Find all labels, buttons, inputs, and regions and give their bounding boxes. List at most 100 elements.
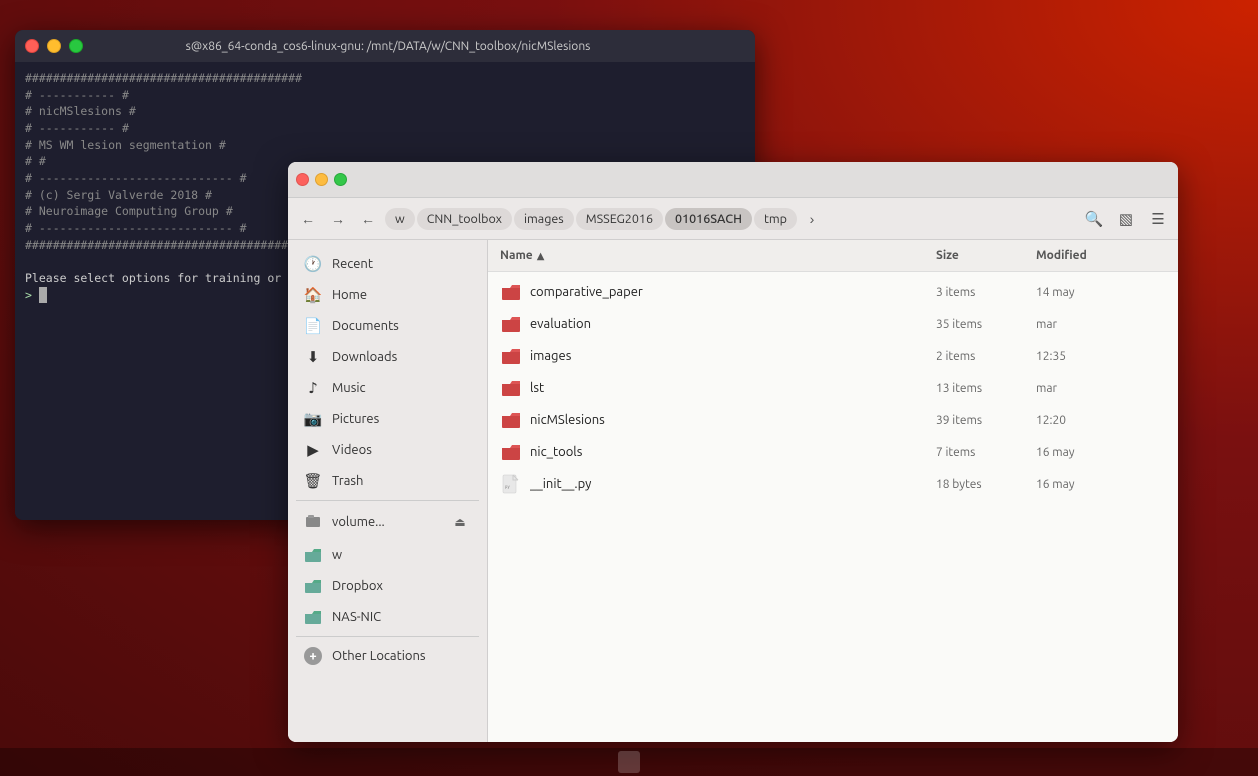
fm-content: 🕐 Recent 🏠 Home 📄 Documents ⬇ Downloads … [288, 240, 1178, 742]
file-size: 7 items [936, 446, 1036, 459]
terminal-title: s@x86_64-conda_cos6-linux-gnu: /mnt/DATA… [31, 40, 745, 53]
col-size-header[interactable]: Size [936, 249, 1036, 262]
sidebar-label-recent: Recent [332, 257, 373, 271]
file-row[interactable]: comparative_paper 3 items 14 may [488, 276, 1178, 308]
folder-icon [500, 377, 522, 399]
file-modified: mar [1036, 318, 1166, 331]
fm-toolbar-right: 🔍 ▧ ☰ [1080, 205, 1172, 233]
sidebar-item-other-locations[interactable]: + Other Locations [292, 641, 483, 671]
folder-icon [500, 313, 522, 335]
file-name: comparative_paper [530, 285, 936, 299]
sidebar-label-home: Home [332, 288, 367, 302]
breadcrumb-tmp[interactable]: tmp [754, 208, 797, 230]
volume-icon [304, 513, 322, 531]
more-button[interactable]: › [798, 205, 826, 233]
file-name: nicMSlesions [530, 413, 936, 427]
pictures-icon: 📷 [304, 410, 322, 428]
sidebar-item-w[interactable]: w [292, 540, 483, 570]
sidebar-item-volume[interactable]: volume... ⏏ [292, 505, 483, 539]
up-button[interactable]: ← [354, 205, 382, 233]
sidebar-label-other-locations: Other Locations [332, 649, 426, 663]
fm-main: Name ▲ Size Modified comparative_paper [488, 240, 1178, 742]
file-modified: 12:35 [1036, 350, 1166, 363]
terminal-line: # ----------- # [25, 87, 745, 104]
breadcrumb-images[interactable]: images [514, 208, 574, 230]
dropbox-icon [304, 577, 322, 595]
filemanager-window: ← → ← w CNN_toolbox images MSSEG2016 010… [288, 162, 1178, 742]
sidebar-label-documents: Documents [332, 319, 399, 333]
fm-toolbar: ← → ← w CNN_toolbox images MSSEG2016 010… [288, 198, 1178, 240]
videos-icon: ▶ [304, 441, 322, 459]
sidebar-label-videos: Videos [332, 443, 372, 457]
fm-maximize-button[interactable] [334, 173, 347, 186]
sidebar-label-dropbox: Dropbox [332, 579, 383, 593]
col-modified-header[interactable]: Modified [1036, 249, 1166, 262]
sidebar-item-pictures[interactable]: 📷 Pictures [292, 404, 483, 434]
file-row[interactable]: nicMSlesions 39 items 12:20 [488, 404, 1178, 436]
sidebar-item-recent[interactable]: 🕐 Recent [292, 249, 483, 279]
sidebar-item-nas-nic[interactable]: NAS-NIC [292, 602, 483, 632]
view-grid-button[interactable]: ▧ [1112, 205, 1140, 233]
sidebar-item-music[interactable]: ♪ Music [292, 373, 483, 403]
other-locations-icon: + [304, 647, 322, 665]
breadcrumb-cnn-toolbox[interactable]: CNN_toolbox [417, 208, 512, 230]
music-icon: ♪ [304, 379, 322, 397]
file-size: 3 items [936, 286, 1036, 299]
taskbar-icon[interactable] [618, 751, 640, 773]
fm-file-list: comparative_paper 3 items 14 may evaluat… [488, 272, 1178, 742]
file-type-icon: py [500, 473, 522, 495]
file-row[interactable]: images 2 items 12:35 [488, 340, 1178, 372]
sidebar-item-videos[interactable]: ▶ Videos [292, 435, 483, 465]
sidebar-label-w: w [332, 548, 342, 562]
file-modified: mar [1036, 382, 1166, 395]
recent-icon: 🕐 [304, 255, 322, 273]
breadcrumb-01016sach[interactable]: 01016SACH [665, 208, 752, 230]
sidebar-label-volume: volume... [332, 515, 385, 529]
file-row[interactable]: nic_tools 7 items 16 may [488, 436, 1178, 468]
terminal-line: # nicMSlesions # [25, 103, 745, 120]
file-size: 35 items [936, 318, 1036, 331]
fm-sidebar: 🕐 Recent 🏠 Home 📄 Documents ⬇ Downloads … [288, 240, 488, 742]
file-modified: 16 may [1036, 446, 1166, 459]
forward-button[interactable]: → [324, 205, 352, 233]
folder-icon [500, 441, 522, 463]
sidebar-item-trash[interactable]: 🗑 Trash [292, 466, 483, 496]
downloads-icon: ⬇ [304, 348, 322, 366]
back-button[interactable]: ← [294, 205, 322, 233]
file-row[interactable]: lst 13 items mar [488, 372, 1178, 404]
eject-button[interactable]: ⏏ [449, 511, 471, 533]
menu-button[interactable]: ☰ [1144, 205, 1172, 233]
folder-icon [500, 345, 522, 367]
sidebar-item-dropbox[interactable]: Dropbox [292, 571, 483, 601]
sidebar-label-music: Music [332, 381, 366, 395]
file-name: lst [530, 381, 936, 395]
breadcrumb-w[interactable]: w [385, 208, 415, 230]
fm-close-button[interactable] [296, 173, 309, 186]
folder-icon [500, 281, 522, 303]
file-modified: 16 may [1036, 478, 1166, 491]
file-row[interactable]: py __init__.py 18 bytes 16 may [488, 468, 1178, 500]
sidebar-item-downloads[interactable]: ⬇ Downloads [292, 342, 483, 372]
file-size: 39 items [936, 414, 1036, 427]
sidebar-label-nas-nic: NAS-NIC [332, 610, 381, 624]
documents-icon: 📄 [304, 317, 322, 335]
sidebar-item-home[interactable]: 🏠 Home [292, 280, 483, 310]
file-row[interactable]: evaluation 35 items mar [488, 308, 1178, 340]
folder-icon [500, 409, 522, 431]
breadcrumb-msseg2016[interactable]: MSSEG2016 [576, 208, 663, 230]
fm-column-header: Name ▲ Size Modified [488, 240, 1178, 272]
breadcrumb: w CNN_toolbox images MSSEG2016 01016SACH… [384, 205, 1078, 233]
sidebar-label-downloads: Downloads [332, 350, 397, 364]
terminal-line: ######################################## [25, 70, 745, 87]
file-name: evaluation [530, 317, 936, 331]
search-button[interactable]: 🔍 [1080, 205, 1108, 233]
fm-minimize-button[interactable] [315, 173, 328, 186]
w-icon [304, 546, 322, 564]
sidebar-label-pictures: Pictures [332, 412, 379, 426]
sidebar-item-documents[interactable]: 📄 Documents [292, 311, 483, 341]
terminal-line: # ----------- # [25, 120, 745, 137]
taskbar [0, 748, 1258, 776]
file-modified: 14 may [1036, 286, 1166, 299]
terminal-titlebar: s@x86_64-conda_cos6-linux-gnu: /mnt/DATA… [15, 30, 755, 62]
col-name-header[interactable]: Name ▲ [500, 249, 936, 262]
